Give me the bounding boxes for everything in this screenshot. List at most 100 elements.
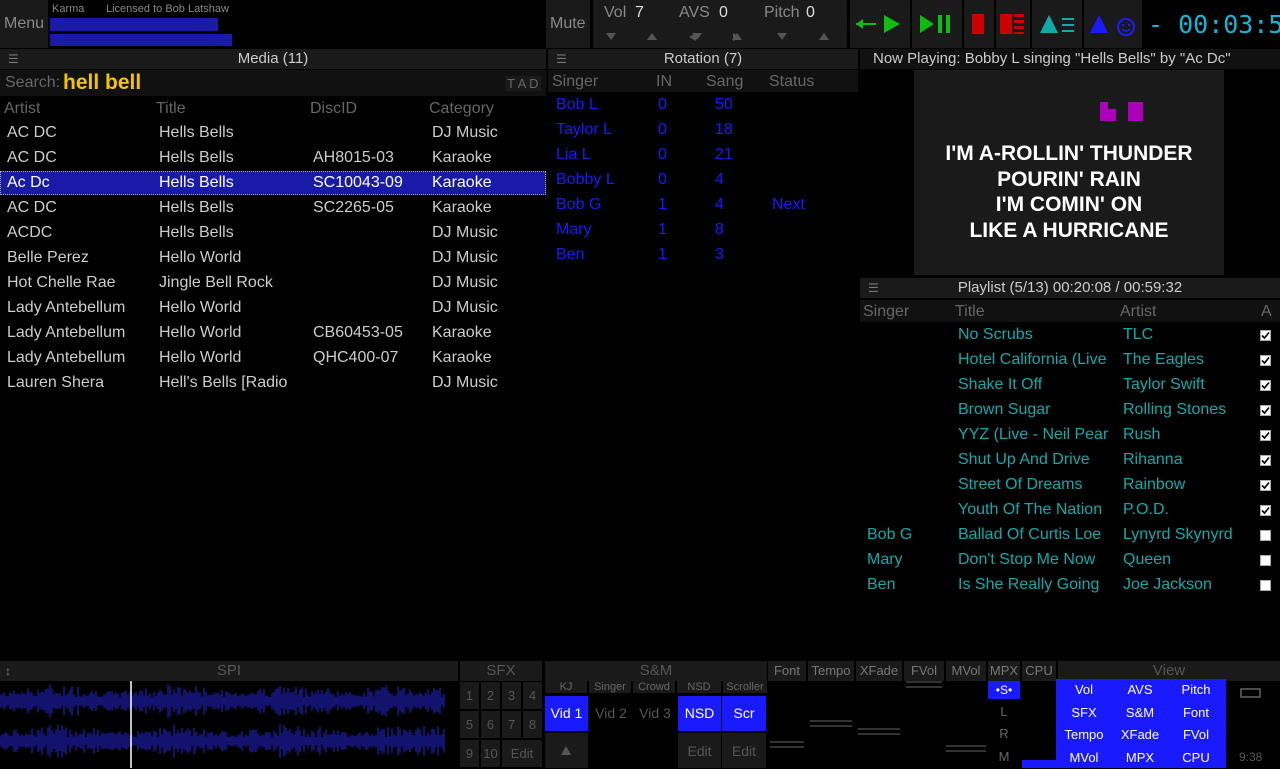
stop-fade-button[interactable] xyxy=(996,0,1030,48)
playlist-row[interactable]: Shake It Off Taylor Swift xyxy=(860,374,1280,398)
slider-handle[interactable] xyxy=(946,745,986,747)
waveform-display[interactable] xyxy=(0,681,458,768)
table-row[interactable]: Hot Chelle Rae Jingle Bell Rock DJ Music xyxy=(0,271,546,295)
mvol-slider[interactable] xyxy=(946,681,986,768)
vid2-button[interactable]: Vid 2 xyxy=(590,705,632,721)
sm-tab-crowd[interactable]: Crowd xyxy=(633,681,675,693)
view-toggle-xfade[interactable]: XFade xyxy=(1112,724,1168,746)
view-toggle-sfx[interactable]: SFX xyxy=(1056,702,1112,724)
nsd-edit-button[interactable]: Edit xyxy=(678,733,721,768)
played-checkbox[interactable] xyxy=(1260,405,1271,416)
next-playlist-button[interactable] xyxy=(1032,0,1082,48)
playlist-row[interactable]: Brown Sugar Rolling Stones xyxy=(860,399,1280,423)
rotation-row[interactable]: Bob G 1 4 Next xyxy=(548,194,858,218)
view-toggle-font[interactable]: Font xyxy=(1168,702,1224,724)
media-row-selected[interactable]: Ac Dc Hells Bells SC10043-09 Karaoke xyxy=(0,171,546,195)
played-checkbox[interactable] xyxy=(1260,330,1271,341)
playlist-row[interactable]: Bob G Ballad Of Curtis Loe Lynyrd Skynyrd xyxy=(860,524,1280,548)
vid1-button[interactable]: Vid 1 xyxy=(545,696,588,731)
sfx-button[interactable]: 7 xyxy=(502,711,521,738)
view-toggle-sm[interactable]: S&M xyxy=(1112,702,1168,724)
vid-up-button[interactable] xyxy=(545,733,588,768)
media-menu-icon[interactable]: ☰ xyxy=(8,49,19,69)
sfx-button[interactable]: 9 xyxy=(460,740,479,767)
xfade-slider-label[interactable]: XFade xyxy=(856,661,902,681)
mvol-slider-label[interactable]: MVol xyxy=(946,661,986,681)
mute-button[interactable]: Mute xyxy=(546,0,590,48)
playlist-row[interactable]: No Scrubs TLC xyxy=(860,324,1280,348)
sfx-button[interactable]: 1 xyxy=(460,682,479,709)
playlist-col-title[interactable]: Title xyxy=(955,303,985,321)
media-col-category[interactable]: Category xyxy=(429,100,494,118)
media-col-artist[interactable]: Artist xyxy=(4,100,40,118)
singer-button[interactable] xyxy=(1084,0,1142,48)
tempo-slider-label[interactable]: Tempo xyxy=(808,661,854,681)
scroller-edit-button[interactable]: Edit xyxy=(722,733,766,768)
view-toggle-vol[interactable]: Vol xyxy=(1056,679,1112,701)
played-checkbox[interactable] xyxy=(1260,530,1271,541)
rotation-row[interactable]: Mary 1 8 xyxy=(548,219,858,243)
menu-button[interactable]: Menu xyxy=(0,0,48,48)
playlist-row[interactable]: Shut Up And Drive Rihanna xyxy=(860,449,1280,473)
sm-tab-kj[interactable]: KJ xyxy=(545,681,587,693)
view-toggle-fvol[interactable]: FVol xyxy=(1168,724,1224,746)
rotation-col-status[interactable]: Status xyxy=(769,73,814,91)
table-row[interactable]: ACDC Hells Bells DJ Music xyxy=(0,221,546,245)
mpx-right-button[interactable]: R xyxy=(988,726,1020,741)
playlist-col-artist[interactable]: Artist xyxy=(1120,303,1156,321)
sm-tab-nsd[interactable]: NSD xyxy=(677,681,721,693)
mpx-left-button[interactable]: L xyxy=(988,704,1020,719)
playlist-row[interactable]: Ben Is She Really Going Joe Jackson xyxy=(860,574,1280,598)
sfx-edit-button[interactable]: Edit xyxy=(502,740,542,767)
playlist-col-singer[interactable]: Singer xyxy=(863,303,909,321)
rotation-row[interactable]: Bobby L 0 4 xyxy=(548,169,858,193)
playlist-row[interactable]: Youth Of The Nation P.O.D. xyxy=(860,499,1280,523)
fvol-slider[interactable] xyxy=(904,681,944,768)
table-row[interactable]: AC DC Hells Bells AH8015-03 Karaoke xyxy=(0,146,546,170)
font-slider-label[interactable]: Font xyxy=(768,661,806,681)
slider-handle[interactable] xyxy=(810,720,852,722)
sfx-button[interactable]: 4 xyxy=(523,682,542,709)
playlist-col-a[interactable]: A xyxy=(1261,303,1272,321)
search-mode-toggle[interactable]: T A D xyxy=(505,76,541,91)
rotation-col-singer[interactable]: Singer xyxy=(552,73,598,91)
rotation-col-sang[interactable]: Sang xyxy=(706,73,743,91)
xfade-slider[interactable] xyxy=(856,681,902,768)
mpx-slider-label[interactable]: MPX xyxy=(988,661,1020,681)
nsd-button[interactable]: NSD xyxy=(678,696,721,731)
search-input[interactable]: hell bell xyxy=(63,71,141,95)
rotation-col-in[interactable]: IN xyxy=(656,73,672,91)
playlist-menu-icon[interactable]: ☰ xyxy=(868,278,879,298)
sm-tab-singer[interactable]: Singer xyxy=(589,681,631,693)
avs-arrows[interactable] xyxy=(679,27,765,47)
table-row[interactable]: AC DC Hells Bells SC2265-05 Karaoke xyxy=(0,196,546,220)
media-col-discid[interactable]: DiscID xyxy=(310,100,357,118)
spi-resize-icon[interactable]: ↕ xyxy=(5,661,11,681)
played-checkbox[interactable] xyxy=(1260,430,1271,441)
sm-tab-scroller[interactable]: Scroller xyxy=(723,681,767,693)
replay-button[interactable] xyxy=(850,0,910,48)
rotation-row[interactable]: Ben 1 3 xyxy=(548,244,858,268)
table-row[interactable]: Belle Perez Hello World DJ Music xyxy=(0,246,546,270)
played-checkbox[interactable] xyxy=(1260,480,1271,491)
played-checkbox[interactable] xyxy=(1260,380,1271,391)
slider-handle[interactable] xyxy=(858,728,900,730)
font-slider[interactable] xyxy=(768,681,806,768)
stop-button[interactable] xyxy=(964,0,994,48)
view-toggle-mvol[interactable]: MVol xyxy=(1056,747,1112,769)
sfx-button[interactable]: 8 xyxy=(523,711,542,738)
scroller-button[interactable]: Scr xyxy=(722,696,766,731)
sfx-button[interactable]: 5 xyxy=(460,711,479,738)
table-row[interactable]: Lady Antebellum Hello World QHC400-07 Karao… xyxy=(0,346,546,370)
view-toggle-pitch[interactable]: Pitch xyxy=(1168,679,1224,701)
view-toggle-mpx[interactable]: MPX xyxy=(1112,747,1168,769)
media-col-title[interactable]: Title xyxy=(156,100,186,118)
rotation-row[interactable]: Lia L 0 21 xyxy=(548,144,858,168)
play-pause-button[interactable] xyxy=(912,0,962,48)
mpx-stereo-button[interactable]: •S• xyxy=(988,681,1020,699)
rotation-menu-icon[interactable]: ☰ xyxy=(556,49,567,69)
sfx-button[interactable]: 2 xyxy=(481,682,500,709)
playlist-row[interactable]: Street Of Dreams Rainbow xyxy=(860,474,1280,498)
vid3-button[interactable]: Vid 3 xyxy=(634,705,676,721)
mpx-mono-button[interactable]: M xyxy=(988,749,1020,764)
